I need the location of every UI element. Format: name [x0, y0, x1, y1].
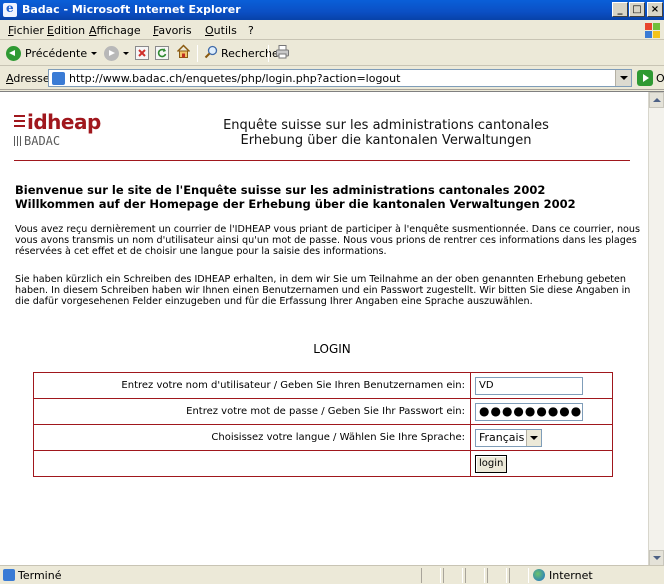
language-label: Choisissez votre langue / Wählen Sie Ihr…: [33, 424, 471, 451]
page-viewport: idheap BADAC Enquête suisse sur les admi…: [0, 91, 664, 565]
browser-window: Badac - Microsoft Internet Explorer _ □ …: [0, 0, 664, 584]
welcome-de: Willkommen auf der Homepage der Erhebung…: [15, 197, 576, 211]
back-arrow-icon: [6, 45, 21, 61]
password-input[interactable]: ●●●●●●●●●: [475, 402, 583, 421]
menu-affichage[interactable]: Affichage: [89, 24, 141, 37]
address-dropdown-button[interactable]: [615, 70, 631, 86]
username-row: Entrez votre nom d'utilisateur / Geben S…: [33, 372, 613, 399]
zone-text: Internet: [549, 569, 593, 582]
submit-row-spacer: [33, 450, 471, 477]
address-url: http://www.badac.ch/enquetes/php/login.p…: [69, 72, 401, 85]
scroll-up-button[interactable]: [649, 92, 664, 108]
home-button[interactable]: [176, 44, 191, 62]
welcome-heading: Bienvenue sur le site de l'Enquête suiss…: [15, 183, 640, 211]
language-selected: Français: [479, 430, 525, 444]
header-divider: [14, 160, 630, 161]
logo-idheap: idheap: [27, 110, 101, 134]
status-pane: [465, 568, 485, 583]
go-arrow-icon: [637, 70, 653, 86]
window-title: Badac - Microsoft Internet Explorer: [22, 3, 241, 16]
status-text: Terminé: [18, 569, 62, 582]
page-done-icon: [3, 569, 15, 581]
windows-flag-icon: [644, 22, 660, 38]
search-label: Rechercher: [221, 46, 284, 60]
logo-badac: BADAC: [24, 134, 61, 148]
menu-help[interactable]: ?: [248, 24, 254, 37]
go-label: OK: [656, 71, 664, 85]
survey-title-de: Erhebung über die kantonalen Verwaltunge…: [240, 133, 532, 148]
menu-favoris[interactable]: Favoris: [153, 24, 192, 37]
toolbar-separator: [197, 45, 198, 62]
back-button[interactable]: Précédente: [6, 45, 98, 61]
intro-paragraph-fr: Vous avez reçu dernièrement un courrier …: [15, 224, 640, 257]
stop-icon: [135, 46, 149, 60]
login-button[interactable]: login: [475, 454, 508, 473]
language-row: Choisissez votre langue / Wählen Sie Ihr…: [33, 424, 613, 451]
address-label: Adresse: [6, 72, 50, 85]
scroll-down-button[interactable]: [649, 550, 664, 565]
close-button[interactable]: ×: [647, 2, 663, 17]
chevron-down-icon: [526, 429, 541, 446]
menu-outils[interactable]: Outils: [205, 24, 237, 37]
internet-zone-icon: [533, 569, 545, 581]
address-input[interactable]: http://www.badac.ch/enquetes/php/login.p…: [48, 69, 632, 87]
idheap-badac-logo: idheap BADAC: [14, 112, 101, 148]
ie-app-icon: [3, 1, 17, 17]
status-pane: [421, 568, 441, 583]
username-input[interactable]: VD: [475, 376, 583, 395]
search-icon: [204, 45, 218, 62]
forward-button[interactable]: [104, 45, 129, 61]
maximize-button[interactable]: □: [629, 2, 645, 17]
username-label: Entrez votre nom d'utilisateur / Geben S…: [33, 372, 471, 399]
language-select[interactable]: Français: [475, 428, 542, 447]
status-pane: [487, 568, 507, 583]
menu-bar: Fichier Edition Affichage Favoris Outils…: [0, 20, 664, 40]
back-label: Précédente: [25, 46, 88, 60]
page-icon: [52, 72, 65, 85]
status-pane: [509, 568, 529, 583]
refresh-button[interactable]: [155, 45, 169, 61]
login-heading: LOGIN: [313, 342, 351, 356]
vertical-scrollbar[interactable]: [648, 92, 664, 565]
print-icon: [275, 44, 290, 62]
welcome-fr: Bienvenue sur le site de l'Enquête suiss…: [15, 183, 546, 197]
chevron-down-icon: [123, 51, 129, 55]
refresh-icon: [155, 46, 169, 60]
intro-paragraph-de: Sie haben kürzlich ein Schreiben des IDH…: [15, 274, 631, 307]
print-button[interactable]: [275, 45, 290, 61]
login-form: Entrez votre nom d'utilisateur / Geben S…: [33, 372, 613, 477]
submit-row: login: [33, 450, 613, 477]
toolbar-separator: [268, 45, 269, 62]
survey-title-fr: Enquête suisse sur les administrations c…: [223, 118, 549, 133]
minimize-button[interactable]: _: [612, 2, 628, 17]
status-pane: [443, 568, 463, 583]
home-icon: [176, 44, 191, 62]
password-label: Entrez votre mot de passe / Geben Sie Ih…: [33, 398, 471, 425]
stop-button[interactable]: [135, 45, 149, 61]
status-bar: Terminé Internet: [0, 565, 664, 584]
toolbar: Précédente Rechercher: [0, 41, 664, 66]
menu-fichier[interactable]: Fichier: [8, 24, 44, 37]
title-bar: Badac - Microsoft Internet Explorer _ □ …: [0, 0, 664, 20]
address-bar: Adresse http://www.badac.ch/enquetes/php…: [0, 67, 664, 90]
password-row: Entrez votre mot de passe / Geben Sie Ih…: [33, 398, 613, 425]
chevron-down-icon: [91, 51, 98, 55]
go-button[interactable]: OK: [637, 70, 664, 86]
search-button[interactable]: Rechercher: [204, 45, 283, 61]
survey-title: Enquête suisse sur les administrations c…: [186, 118, 586, 148]
menu-edition[interactable]: Edition: [47, 24, 85, 37]
forward-arrow-icon: [104, 45, 119, 61]
